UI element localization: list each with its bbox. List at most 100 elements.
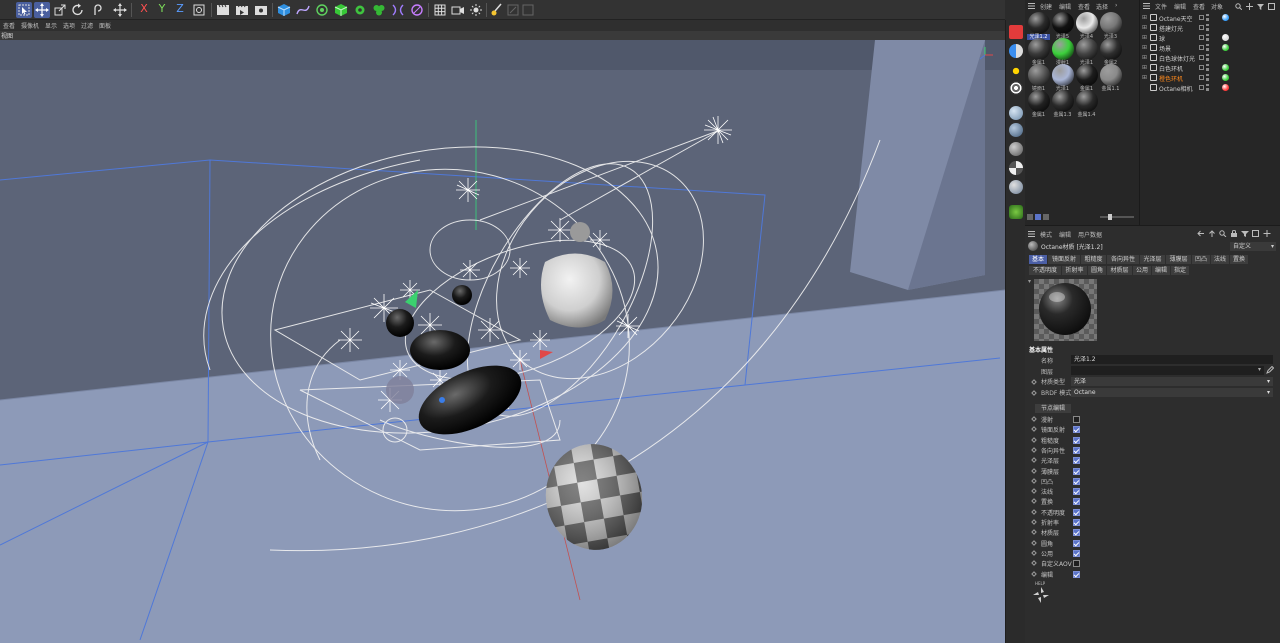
visibility-checkbox[interactable] xyxy=(1199,35,1204,40)
channel-checkbox[interactable] xyxy=(1073,529,1080,537)
object-tag-icon[interactable] xyxy=(1222,14,1229,21)
name-field[interactable]: 光泽1.2 xyxy=(1071,355,1273,364)
object-row[interactable]: ⊞ 白色球体灯光 xyxy=(1140,53,1280,63)
add-icon[interactable] xyxy=(1263,230,1271,237)
channel-checkbox[interactable] xyxy=(1073,488,1080,496)
object-row[interactable]: ⊞ 白色环机 xyxy=(1140,63,1280,73)
lock-icon[interactable] xyxy=(1230,230,1238,237)
visibility-checkbox[interactable] xyxy=(1199,25,1204,30)
object-row[interactable]: Octane相机 xyxy=(1140,83,1280,93)
cube-icon[interactable] xyxy=(276,2,292,18)
visibility-checkbox[interactable] xyxy=(1199,85,1204,90)
object-tag-icon[interactable] xyxy=(1222,44,1229,51)
channel-checkbox[interactable] xyxy=(1073,457,1080,465)
channel-checkbox[interactable] xyxy=(1073,416,1080,423)
material-thumbnail[interactable]: 镜面1 xyxy=(1027,64,1050,92)
keyframe-diamond-icon[interactable] xyxy=(1031,529,1037,536)
expand-icon[interactable]: ⊞ xyxy=(1142,34,1147,41)
expand-icon[interactable]: ⊞ xyxy=(1142,44,1147,51)
search-icon[interactable] xyxy=(1235,3,1242,10)
paint-brush-icon[interactable] xyxy=(489,2,505,18)
live-viewer-icon[interactable] xyxy=(1009,25,1023,39)
object-tag-icon[interactable] xyxy=(1222,74,1229,81)
keyframe-diamond-icon[interactable] xyxy=(1031,416,1037,422)
channel-checkbox[interactable] xyxy=(1073,570,1080,578)
keyframe-diamond-icon[interactable] xyxy=(1031,379,1037,385)
new-window-icon[interactable] xyxy=(1252,230,1260,237)
tab-tabs_row1-7[interactable]: 法线 xyxy=(1211,255,1229,264)
octane-logo-icon[interactable] xyxy=(1009,205,1023,219)
material-thumbnail[interactable]: 光泽1 xyxy=(1075,38,1098,66)
tab-tabs_row1-4[interactable]: 光泽层 xyxy=(1140,255,1165,264)
attribute-menu-edit[interactable]: 编辑 xyxy=(1059,230,1071,239)
new-window-icon[interactable] xyxy=(1268,3,1275,10)
expand-icon[interactable]: ⊞ xyxy=(1142,54,1147,61)
tab-tabs_row2-0[interactable]: 不透明度 xyxy=(1029,266,1061,275)
keyframe-diamond-icon[interactable] xyxy=(1031,539,1037,546)
object-tag-icon[interactable] xyxy=(1222,64,1229,71)
object-tag-icon[interactable] xyxy=(1222,84,1229,91)
keyframe-diamond-icon[interactable] xyxy=(1031,488,1037,494)
large-view-icon[interactable] xyxy=(1043,214,1049,220)
tab-tabs_row2-5[interactable]: 编辑 xyxy=(1152,266,1170,275)
hamburger-menu-icon[interactable] xyxy=(1028,231,1035,237)
material-menu-create[interactable]: 创建 xyxy=(1040,2,1052,11)
material-thumbnail[interactable]: 光泽4 xyxy=(1075,12,1098,40)
workplane-icon[interactable] xyxy=(520,2,536,18)
y-axis-icon[interactable]: Y xyxy=(154,2,170,18)
keyframe-diamond-icon[interactable] xyxy=(1031,447,1037,453)
filter-icon[interactable] xyxy=(1241,230,1249,237)
filter-icon[interactable] xyxy=(1257,3,1264,10)
glossy-sphere-icon[interactable] xyxy=(1009,123,1023,137)
keyframe-diamond-icon[interactable] xyxy=(1031,390,1037,396)
keyframe-diamond-icon[interactable] xyxy=(1031,436,1037,443)
material-menu-view[interactable]: 查看 xyxy=(1078,2,1090,11)
viewport-menu-options[interactable]: 选项 xyxy=(63,21,75,30)
channel-checkbox[interactable] xyxy=(1073,467,1080,475)
object-row[interactable]: ⊞ 搭建灯光 xyxy=(1140,23,1280,33)
viewport-menu-camera[interactable]: 摄像机 xyxy=(21,21,39,30)
deformer-icon[interactable] xyxy=(390,2,406,18)
tab-tabs_row1-3[interactable]: 各向异性 xyxy=(1107,255,1139,264)
material-thumbnail[interactable]: 漫射1 xyxy=(1051,38,1074,66)
object-row[interactable]: ⊞ 场景 xyxy=(1140,43,1280,53)
viewport-menu-view[interactable]: 查看 xyxy=(3,21,15,30)
up-arrow-icon[interactable] xyxy=(1208,230,1216,237)
snap-icon[interactable] xyxy=(505,2,521,18)
visibility-dots-icon[interactable] xyxy=(1206,64,1209,71)
grid-icon[interactable] xyxy=(432,2,448,18)
channel-checkbox[interactable] xyxy=(1073,560,1080,568)
pencil-icon[interactable] xyxy=(1266,366,1274,374)
tab-tabs_row2-2[interactable]: 圆角 xyxy=(1088,266,1106,275)
sun-light-icon[interactable] xyxy=(1009,64,1023,78)
material-sphere-icon[interactable] xyxy=(1009,106,1023,120)
keyframe-diamond-icon[interactable] xyxy=(1031,467,1037,474)
material-thumbnail[interactable]: 光泽3 xyxy=(1099,12,1122,40)
visibility-dots-icon[interactable] xyxy=(1206,14,1209,21)
material-thumbnail[interactable]: 金属2 xyxy=(1099,38,1122,66)
attribute-menu-userdata[interactable]: 用户数据 xyxy=(1078,230,1102,239)
material-menu-edit[interactable]: 编辑 xyxy=(1059,2,1071,11)
object-tag-icon[interactable] xyxy=(1222,34,1229,41)
keyframe-diamond-icon[interactable] xyxy=(1031,477,1037,484)
chevron-down-icon[interactable]: ▾ xyxy=(1258,366,1261,373)
object-row[interactable]: ⊞ 球 xyxy=(1140,33,1280,43)
visibility-dots-icon[interactable] xyxy=(1206,34,1209,41)
visibility-dots-icon[interactable] xyxy=(1206,24,1209,31)
coordinate-system-icon[interactable] xyxy=(191,2,207,18)
object-menu-object[interactable]: 对象 xyxy=(1211,2,1223,11)
channel-checkbox[interactable] xyxy=(1073,446,1080,454)
material-thumbnail[interactable]: 金属1.1 xyxy=(1099,64,1122,92)
octane-settings-icon[interactable] xyxy=(1009,44,1023,58)
expand-icon[interactable]: ⊞ xyxy=(1142,24,1147,31)
visibility-checkbox[interactable] xyxy=(1199,65,1204,70)
tab-tabs_row2-4[interactable]: 公用 xyxy=(1133,266,1151,275)
tab-tabs_row1-1[interactable]: 镜面反射 xyxy=(1048,255,1080,264)
keyframe-diamond-icon[interactable] xyxy=(1031,457,1037,464)
visibility-dots-icon[interactable] xyxy=(1206,74,1209,81)
layer-field[interactable] xyxy=(1071,366,1264,375)
expand-icon[interactable]: ⊞ xyxy=(1142,74,1147,81)
grid-view-icon[interactable] xyxy=(1035,214,1041,220)
z-axis-icon[interactable]: Z xyxy=(172,2,188,18)
object-menu-file[interactable]: 文件 xyxy=(1155,2,1167,11)
